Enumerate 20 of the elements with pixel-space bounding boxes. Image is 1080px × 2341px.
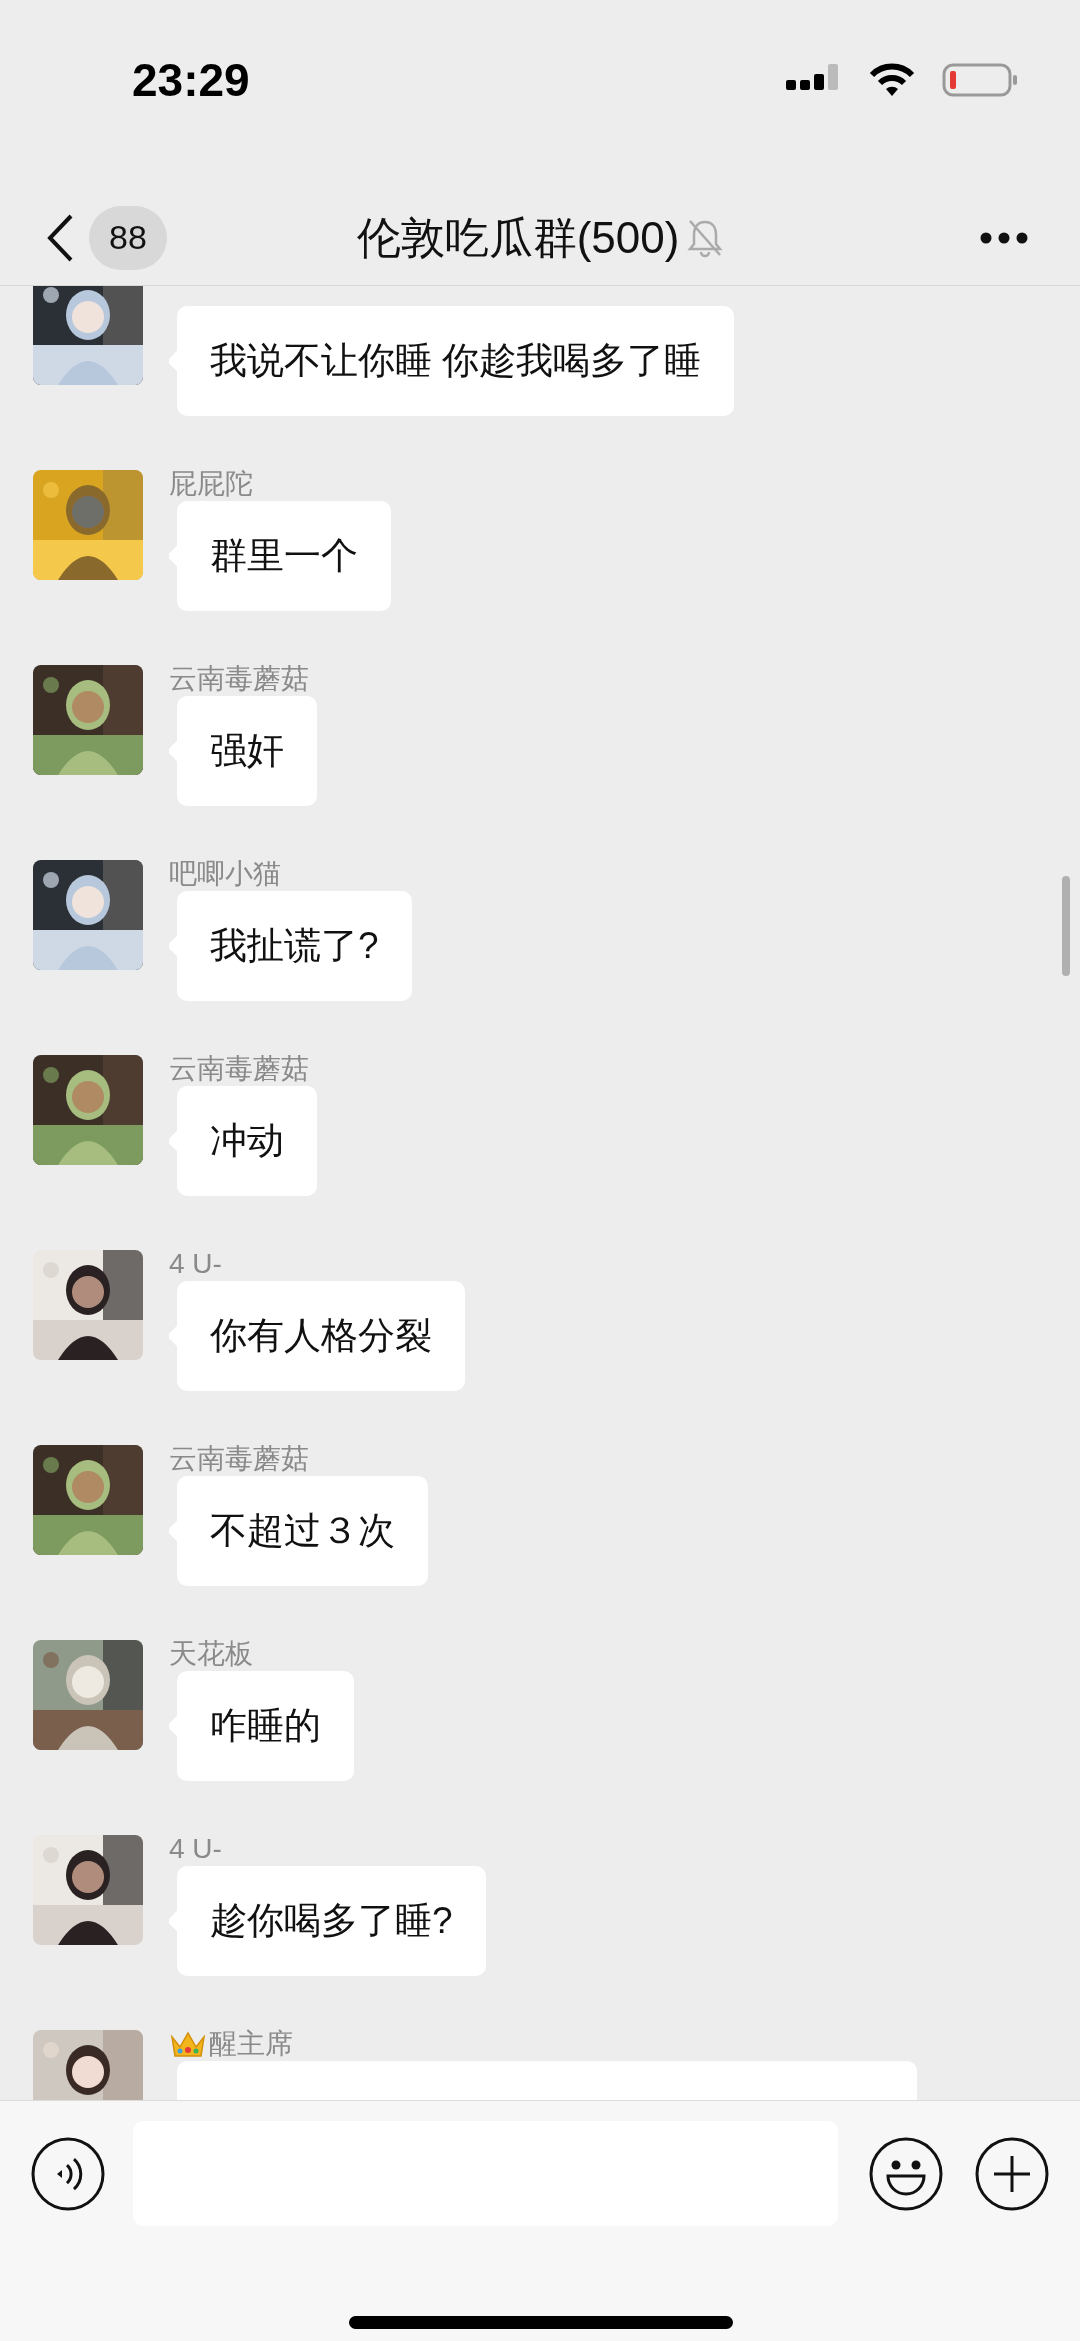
status-time: 23:29: [132, 52, 250, 108]
unread-count-badge[interactable]: 88: [89, 205, 167, 270]
sender-name: 云南毒蘑菇: [169, 1054, 309, 1083]
add-icon[interactable]: [974, 2135, 1050, 2212]
scrollbar[interactable]: [1062, 876, 1070, 976]
sender-name: 4 U-: [169, 1249, 222, 1278]
emoji-icon[interactable]: [868, 2135, 944, 2212]
sender-name: 云南毒蘑菇: [169, 1444, 309, 1473]
sender-name: 天花板: [169, 1639, 253, 1668]
voice-icon[interactable]: [30, 2135, 106, 2212]
wifi-icon: [868, 62, 916, 98]
chat-title: 伦敦吃瓜群(500): [356, 212, 680, 264]
sender-name: 醒主席: [209, 2029, 293, 2058]
sender-name: 屁屁陀: [169, 469, 253, 498]
sender-name: 吧唧小猫: [169, 859, 281, 888]
battery-icon: [942, 62, 1018, 98]
back-icon[interactable]: [45, 212, 75, 263]
sender-name: 云南毒蘑菇: [169, 664, 309, 693]
sender-name: 4 U-: [169, 1834, 222, 1863]
more-icon[interactable]: [980, 231, 1028, 244]
